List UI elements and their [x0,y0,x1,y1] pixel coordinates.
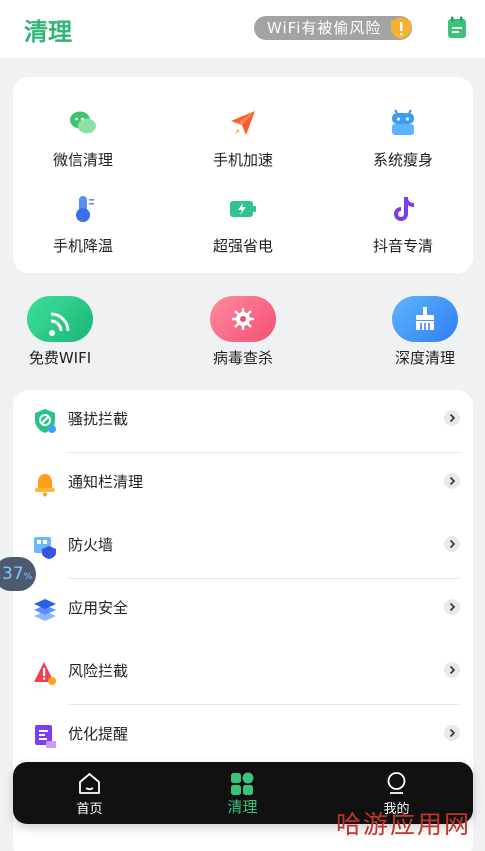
tool-power-saving[interactable]: 超强省电 [173,195,313,265]
memory-usage-unit: % [23,572,33,582]
list-item-label: 优化提醒 [68,725,129,743]
top-header: 清理 WiFi有被偷风险 [0,0,485,58]
user-icon [387,772,406,794]
warning-icon [34,662,56,685]
tool-douyin-clean[interactable]: 抖音专清 [333,195,473,265]
grid-icon [231,772,254,795]
notes-icon[interactable] [446,16,468,40]
memory-usage-badge[interactable]: 37% [0,557,36,591]
tiktok-icon [394,197,414,221]
broom-icon [416,307,434,330]
chevron-right-icon [444,410,460,426]
home-icon [79,773,100,794]
tool-label: 系统瘦身 [372,151,433,169]
quick-label: 免费WIFI [28,349,92,367]
free-wifi-button[interactable]: 免费WIFI [10,296,110,370]
tab-label: 首页 [76,802,103,817]
quick-label: 病毒查杀 [212,349,273,367]
deep-clean-button[interactable]: 深度清理 [375,296,475,370]
firewall-icon [34,537,56,559]
tool-label: 手机加速 [212,151,273,169]
chevron-right-icon [444,599,460,615]
tool-phone-speedup[interactable]: 手机加速 [173,109,313,179]
tab-home[interactable]: 首页 [13,762,166,824]
virus-icon [232,308,254,330]
page-title: 清理 [24,18,72,46]
tool-system-slim[interactable]: 系统瘦身 [333,109,473,179]
document-icon [35,725,56,748]
android-icon [392,109,414,135]
list-item-firewall[interactable]: 防火墙 [13,516,473,579]
list-item-label: 应用安全 [68,599,129,617]
paper-plane-icon [231,111,255,135]
list-item-app-security[interactable]: 应用安全 [13,579,473,642]
list-item-label: 风险拦截 [68,662,129,680]
layers-icon [34,599,56,621]
memory-usage-value: 37 [2,564,24,584]
warning-shield-icon [391,17,411,39]
list-item-harass-block[interactable]: 骚扰拦截 [13,390,473,453]
thermometer-icon [76,196,94,222]
chevron-right-icon [444,662,460,678]
wifi-risk-banner[interactable]: WiFi有被偷风险 [254,16,412,40]
wechat-icon [70,111,96,134]
tab-clean[interactable]: 清理 [166,762,319,824]
list-item-optimize-reminder[interactable]: 优化提醒 [13,705,473,768]
bell-icon [35,474,55,497]
chevron-right-icon [444,725,460,741]
list-item-label: 防火墙 [68,536,114,554]
watermark: 哈游应用网 [336,810,472,839]
tool-label: 手机降温 [52,237,113,255]
virus-scan-button[interactable]: 病毒查杀 [193,296,293,370]
quick-label: 深度清理 [394,349,455,367]
tab-label: 清理 [227,798,258,816]
tool-phone-cooling[interactable]: 手机降温 [13,195,153,265]
virus-scan-pill [210,296,276,342]
tool-wechat-clean[interactable]: 微信清理 [13,109,153,179]
tools-card: 微信清理 手机加速 系统瘦身 手机降温 超强省电 抖音专清 [13,77,473,273]
list-item-notification-clean[interactable]: 通知栏清理 [13,453,473,516]
list-item-label: 骚扰拦截 [68,410,129,428]
tool-label: 微信清理 [52,151,113,169]
chevron-right-icon [444,473,460,489]
battery-icon [230,201,256,217]
free-wifi-pill [27,296,93,342]
chevron-right-icon [444,536,460,552]
shield-block-icon [35,409,56,433]
wifi-icon [49,312,70,336]
list-item-label: 通知栏清理 [68,473,144,491]
list-item-risk-block[interactable]: 风险拦截 [13,642,473,705]
deep-clean-pill [392,296,458,342]
tool-label: 抖音专清 [372,237,433,255]
tool-label: 超强省电 [212,237,273,255]
